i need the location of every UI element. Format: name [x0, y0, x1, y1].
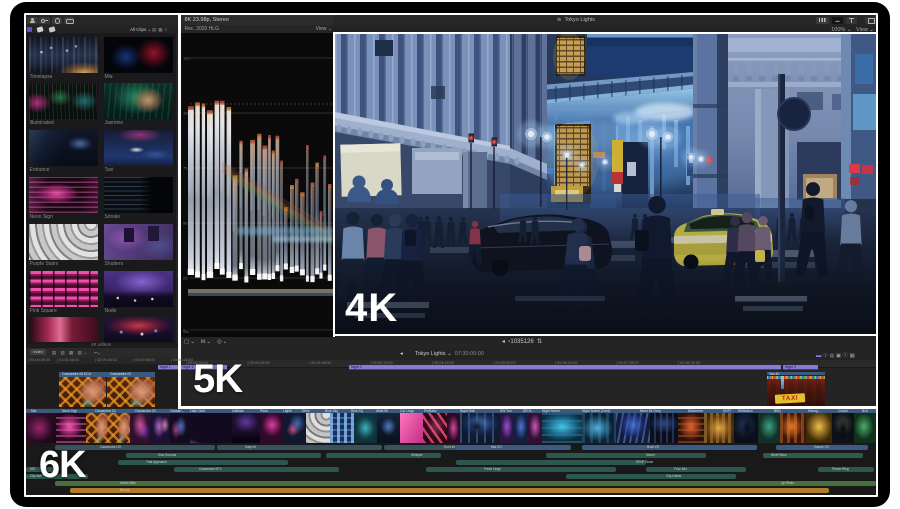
svg-text:25: 25: [183, 276, 188, 281]
svg-text:4K: 4K: [345, 286, 398, 330]
svg-text:50: 50: [183, 221, 188, 226]
svg-text:120: 120: [183, 56, 190, 61]
svg-text:75: 75: [183, 166, 188, 171]
